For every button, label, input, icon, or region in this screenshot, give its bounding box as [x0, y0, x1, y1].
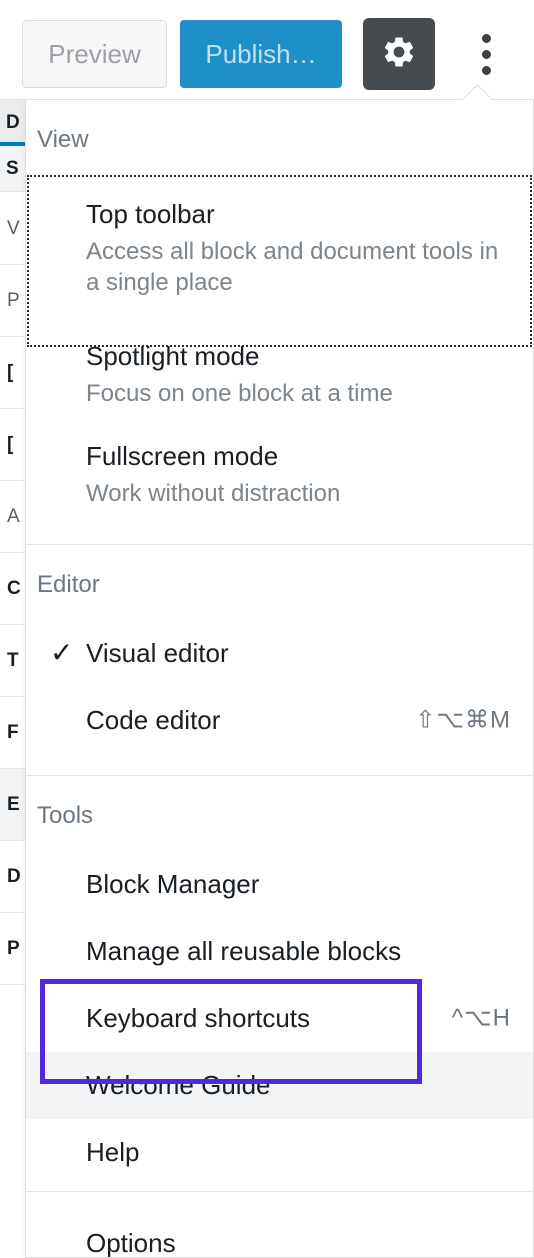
sidebar-panel-row[interactable]: D [0, 841, 25, 913]
menu-section-tools: Tools Block Manager Manage all reusable … [26, 776, 533, 1191]
menu-item-title: Fullscreen mode [86, 441, 279, 472]
gear-icon [381, 34, 417, 75]
menu-item-shortcut: ⇧⌥⌘M [415, 706, 511, 734]
sidebar-panel-row[interactable]: T [0, 625, 25, 697]
more-options-dropdown: View Top toolbar Access all block and do… [25, 100, 534, 1258]
sidebar-tab-block[interactable]: S [0, 146, 25, 192]
menu-section-view: View Top toolbar Access all block and do… [26, 100, 533, 532]
menu-item-manage-reusable-blocks[interactable]: Manage all reusable blocks [26, 918, 533, 985]
menu-item-description: Focus on one block at a time [86, 379, 393, 407]
sidebar-panel-list: V P [ [ A C T F E D P [0, 193, 25, 1258]
menu-item-title: Keyboard shortcuts [86, 1002, 311, 1033]
menu-item-visual-editor[interactable]: ✓ Visual editor [26, 620, 533, 687]
menu-item-title: Block Manager [86, 869, 260, 900]
menu-section-label: Editor [37, 570, 100, 598]
menu-item-options[interactable]: Options [26, 1192, 533, 1258]
menu-item-block-manager[interactable]: Block Manager [26, 851, 533, 918]
editor-toolbar: Preview Publish… [0, 0, 534, 100]
menu-item-title: Options [86, 1228, 176, 1258]
menu-item-welcome-guide[interactable]: Welcome Guide [26, 1051, 533, 1119]
menu-item-shortcut: ^⌥H [451, 1004, 511, 1032]
menu-item-spotlight-mode[interactable]: Spotlight mode Focus on one block at a t… [26, 321, 533, 424]
preview-button[interactable]: Preview [22, 20, 167, 88]
sidebar-panel-row[interactable]: V [0, 193, 25, 265]
more-options-button[interactable] [458, 18, 514, 90]
sidebar-panel-row[interactable]: A [0, 481, 25, 553]
publish-button[interactable]: Publish… [180, 20, 342, 88]
checkmark-icon: ✓ [50, 637, 74, 669]
menu-section-label: View [37, 126, 89, 153]
vertical-ellipsis-icon [481, 49, 491, 59]
sidebar-panel-row[interactable]: P [0, 265, 25, 337]
menu-item-top-toolbar[interactable]: Top toolbar Access all block and documen… [26, 175, 533, 321]
editor-sidebar: D S V P [ [ A C T F E D P [0, 100, 26, 1258]
sidebar-panel-row[interactable]: [ [0, 409, 25, 481]
sidebar-panel-row[interactable]: F [0, 697, 25, 769]
menu-section-label: Tools [37, 802, 94, 830]
menu-item-title: Help [86, 1136, 140, 1167]
vertical-ellipsis-icon [481, 65, 491, 75]
menu-item-title: Manage all reusable blocks [86, 936, 402, 967]
sidebar-panel-row[interactable]: P [0, 913, 25, 985]
sidebar-panel-row[interactable]: [ [0, 337, 25, 409]
sidebar-tab-document[interactable]: D [0, 100, 25, 146]
sidebar-panel-row[interactable]: E [0, 769, 25, 841]
menu-item-title: Spotlight mode [86, 340, 260, 371]
sidebar-tab-strip: D S [0, 100, 25, 192]
menu-item-description: Work without distraction [86, 480, 341, 508]
menu-item-code-editor[interactable]: Code editor ⇧⌥⌘M [26, 687, 533, 754]
menu-section-editor: Editor ✓ Visual editor Code editor ⇧⌥⌘M [26, 545, 533, 753]
menu-item-title: Visual editor [86, 637, 229, 668]
menu-item-title: Welcome Guide [86, 1069, 271, 1100]
vertical-ellipsis-icon [481, 33, 491, 43]
menu-section-options: Options [26, 1192, 533, 1258]
menu-item-fullscreen-mode[interactable]: Fullscreen mode Work without distraction [26, 423, 533, 532]
menu-item-keyboard-shortcuts[interactable]: Keyboard shortcuts ^⌥H [26, 985, 533, 1052]
sidebar-panel-row[interactable]: C [0, 553, 25, 625]
dropdown-caret [462, 85, 492, 101]
menu-item-description: Access all block and document tools in a… [86, 237, 499, 297]
settings-button[interactable] [363, 18, 435, 90]
menu-item-help[interactable]: Help [26, 1119, 533, 1192]
menu-item-title: Top toolbar [86, 198, 215, 229]
